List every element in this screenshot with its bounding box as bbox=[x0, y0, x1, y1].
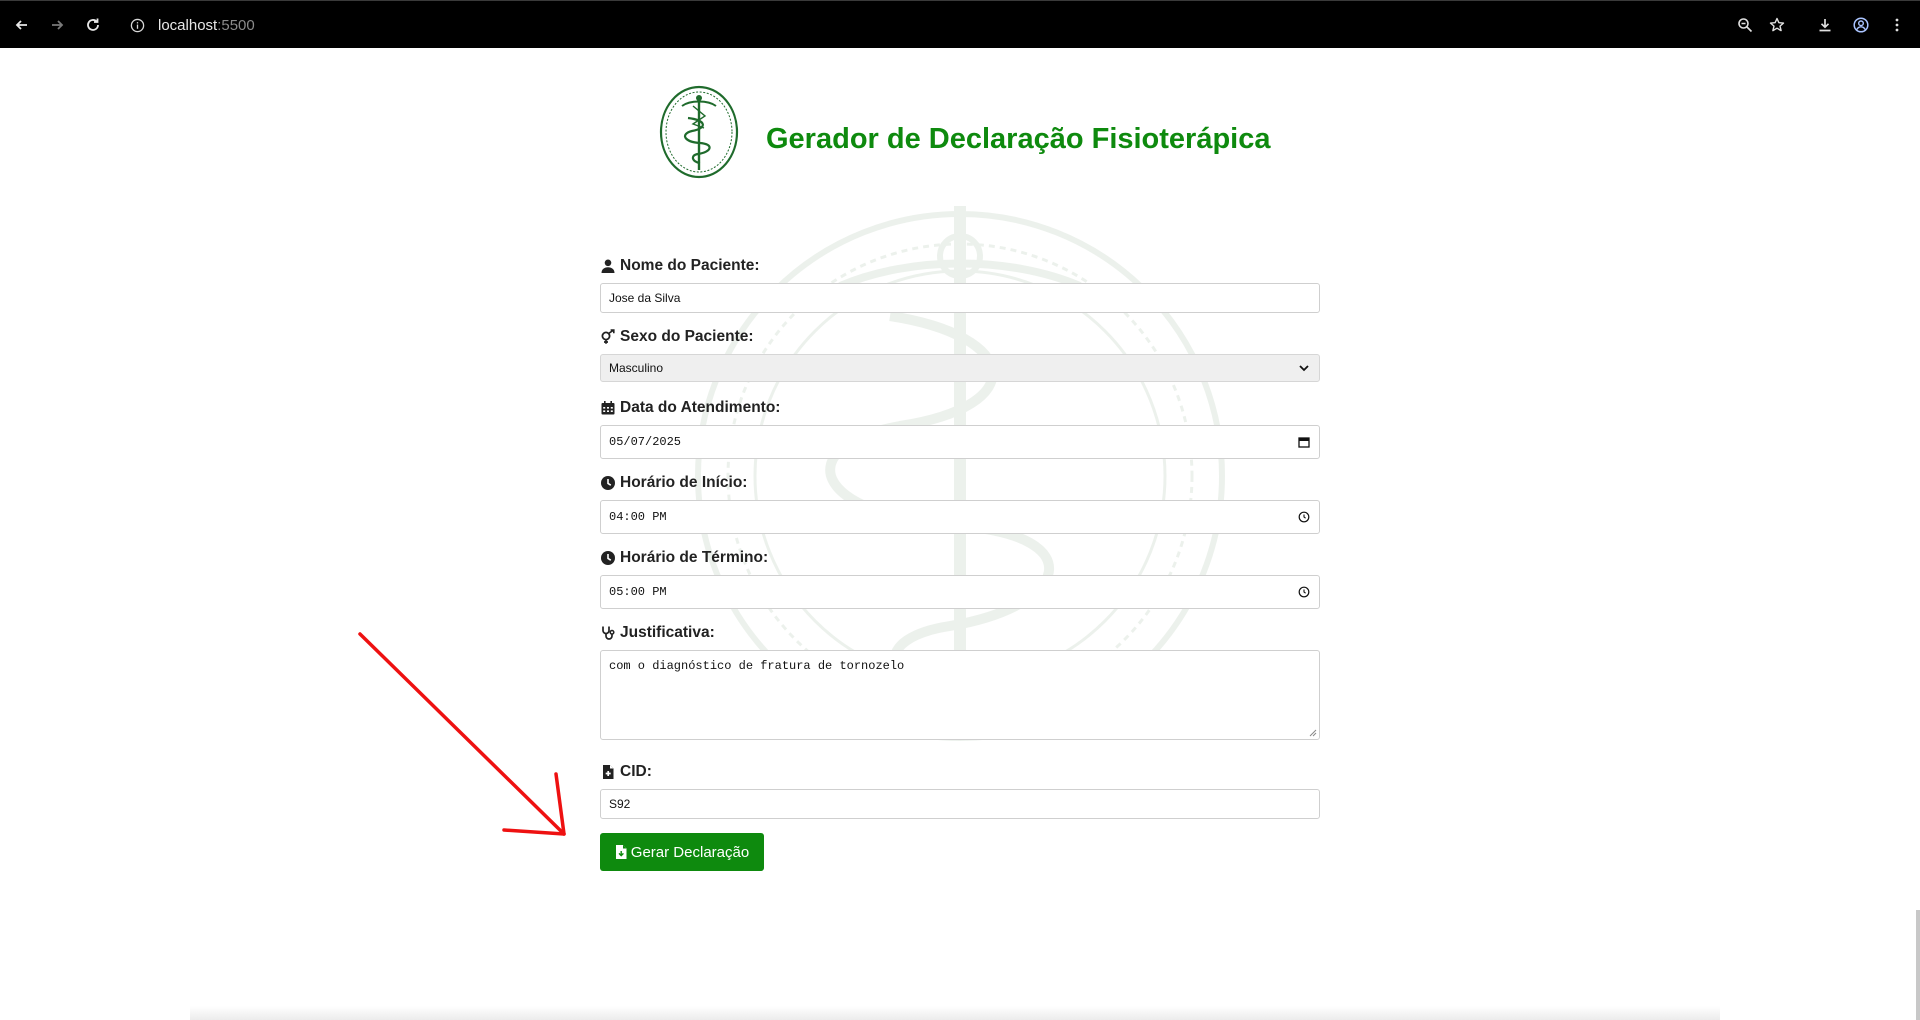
profile-icon bbox=[1853, 17, 1869, 33]
sexo-label-text: Sexo do Paciente: bbox=[620, 328, 754, 345]
justificativa-value: com o diagnóstico de fratura de tornozel… bbox=[609, 659, 905, 673]
star-icon bbox=[1769, 17, 1785, 32]
annotation-arrow bbox=[358, 632, 566, 836]
zoom-icon bbox=[1738, 18, 1753, 33]
inicio-input[interactable]: 04:00 PM bbox=[600, 500, 1320, 534]
cid-label-text: CID: bbox=[620, 763, 652, 780]
address-bar[interactable]: localhost:5500 bbox=[120, 7, 1520, 43]
data-label: Data do Atendimento: bbox=[600, 398, 780, 418]
profile-button[interactable] bbox=[1849, 13, 1873, 37]
chevron-down-icon bbox=[1297, 361, 1311, 375]
gender-icon bbox=[600, 329, 616, 345]
inicio-label-text: Horário de Início: bbox=[620, 474, 748, 491]
justificativa-textarea[interactable]: com o diagnóstico de fratura de tornozel… bbox=[600, 650, 1320, 740]
resize-grip-icon[interactable] bbox=[1309, 729, 1317, 737]
clock-icon bbox=[600, 475, 616, 491]
url-port: :5500 bbox=[217, 16, 255, 34]
nome-input[interactable]: Jose da Silva bbox=[600, 283, 1320, 313]
arrow-left-icon bbox=[15, 20, 27, 30]
nome-label: Nome do Paciente: bbox=[600, 256, 760, 276]
calendar-picker-icon[interactable] bbox=[1297, 435, 1311, 449]
file-medical-icon bbox=[600, 764, 616, 780]
inicio-label: Horário de Início: bbox=[600, 473, 747, 493]
caduceus-logo bbox=[659, 85, 739, 179]
gerar-declaracao-label: Gerar Declaração bbox=[630, 843, 750, 861]
page-viewport: Gerador de Declaração Fisioterápica Nome… bbox=[0, 48, 1920, 1020]
nome-label-text: Nome do Paciente: bbox=[620, 257, 760, 274]
inicio-value: 04:00 PM bbox=[609, 510, 667, 524]
zoom-button[interactable] bbox=[1733, 13, 1757, 37]
sexo-select[interactable]: Masculino bbox=[600, 354, 1320, 382]
page-title: Gerador de Declaração Fisioterápica bbox=[766, 122, 1271, 155]
download-icon bbox=[1819, 19, 1831, 32]
clock-icon bbox=[600, 550, 616, 566]
page-bottom-shadow bbox=[190, 1006, 1720, 1020]
justificativa-label-text: Justificativa: bbox=[620, 624, 715, 641]
file-download-icon bbox=[615, 845, 627, 859]
data-label-text: Data do Atendimento: bbox=[620, 399, 781, 416]
gerar-declaracao-button[interactable]: Gerar Declaração bbox=[600, 833, 764, 871]
info-icon[interactable] bbox=[128, 16, 146, 34]
reload-button[interactable] bbox=[81, 13, 105, 37]
sexo-label: Sexo do Paciente: bbox=[600, 327, 754, 347]
menu-button[interactable] bbox=[1885, 13, 1909, 37]
termino-label-text: Horário de Término: bbox=[620, 549, 769, 566]
termino-label: Horário de Término: bbox=[600, 548, 768, 568]
termino-input[interactable]: 05:00 PM bbox=[600, 575, 1320, 609]
bookmark-button[interactable] bbox=[1765, 13, 1789, 37]
sexo-selected-value: Masculino bbox=[609, 361, 664, 375]
time-picker-icon[interactable] bbox=[1297, 585, 1311, 599]
browser-toolbar: localhost:5500 bbox=[0, 0, 1920, 48]
kebab-menu-icon bbox=[1895, 18, 1899, 32]
cid-label: CID: bbox=[600, 762, 652, 782]
watermark-emblem bbox=[695, 206, 1225, 741]
user-icon bbox=[600, 258, 616, 274]
data-value: 05/07/2025 bbox=[609, 435, 682, 449]
stethoscope-icon bbox=[600, 625, 616, 641]
url-host: localhost bbox=[158, 16, 218, 34]
page-header: Gerador de Declaração Fisioterápica bbox=[658, 84, 1271, 180]
reload-icon bbox=[87, 18, 99, 31]
termino-value: 05:00 PM bbox=[609, 585, 667, 599]
nome-value: Jose da Silva bbox=[609, 291, 681, 305]
back-button[interactable] bbox=[10, 13, 34, 37]
cid-value: S92 bbox=[609, 797, 631, 811]
downloads-button[interactable] bbox=[1813, 13, 1837, 37]
data-input[interactable]: 05/07/2025 bbox=[600, 425, 1320, 459]
forward-button[interactable] bbox=[45, 13, 69, 37]
arrow-right-icon bbox=[52, 20, 64, 30]
justificativa-label: Justificativa: bbox=[600, 623, 715, 643]
calendar-icon bbox=[600, 400, 616, 416]
time-picker-icon[interactable] bbox=[1297, 510, 1311, 524]
scrollbar-thumb[interactable] bbox=[1916, 910, 1920, 1020]
cid-input[interactable]: S92 bbox=[600, 789, 1320, 819]
